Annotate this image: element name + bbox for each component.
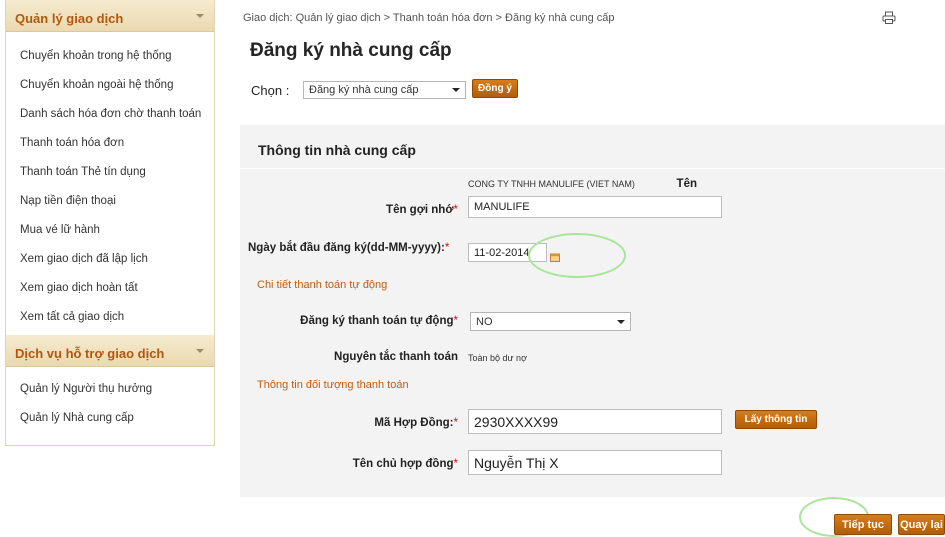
breadcrumb: Giao dịch: Quản lý giao dịch > Thanh toá… <box>243 12 615 24</box>
auto-payment-section-title: Chi tiết thanh toán tự động <box>257 279 388 291</box>
contract-holder-field[interactable]: Nguyễn Thị X <box>468 450 722 475</box>
confirm-button[interactable]: Đồng ý <box>472 79 518 98</box>
sidebar-item-pending-bills[interactable]: Danh sách hóa đơn chờ thanh toán <box>6 99 214 128</box>
divider <box>240 168 945 169</box>
sidebar-item-beneficiaries[interactable]: Quản lý Người thụ hưởng <box>6 374 214 403</box>
continue-button[interactable]: Tiếp tục <box>834 514 892 535</box>
page-title: Đăng ký nhà cung cấp <box>250 40 452 61</box>
sidebar-group-header-support[interactable]: Dịch vụ hỗ trợ giao dịch <box>6 335 214 367</box>
sidebar-item-providers[interactable]: Quản lý Nhà cung cấp <box>6 403 214 432</box>
chevron-down-icon <box>452 88 460 92</box>
sidebar-item-internal-transfer[interactable]: Chuyển khoản trong hệ thống <box>6 41 214 70</box>
action-select[interactable]: Đăng ký nhà cung cấp <box>303 81 466 99</box>
back-button[interactable]: Quay lại <box>898 514 945 535</box>
contract-number-field[interactable]: 2930XXXX99 <box>468 409 722 434</box>
highlight-circle <box>528 233 626 278</box>
auto-pay-select[interactable]: NO <box>470 312 631 331</box>
printer-icon[interactable] <box>882 11 896 25</box>
nickname-label: Tên gợi nhớ* <box>386 204 458 216</box>
sidebar-group-title: Dịch vụ hỗ trợ giao dịch <box>15 346 165 361</box>
select-value: Đăng ký nhà cung cấp <box>309 84 419 96</box>
sidebar-group-header-transactions[interactable]: Quản lý giao dịch <box>6 0 214 32</box>
sidebar-item-all-transactions[interactable]: Xem tất cả giao dịch <box>6 302 214 331</box>
provider-info-panel: Thông tin nhà cung cấp Tên CONG TY TNHH … <box>240 125 945 497</box>
payment-target-section-title: Thông tin đối tượng thanh toán <box>257 379 409 391</box>
nickname-field[interactable]: MANULIFE <box>468 196 722 218</box>
sidebar-group-title: Quản lý giao dịch <box>15 11 124 26</box>
start-date-label: Ngày bắt đầu đăng ký(dd-MM-yyyy):* <box>248 242 450 254</box>
payment-principle-value: Toàn bộ dư nợ <box>468 353 527 363</box>
select-label: Chọn : <box>251 83 290 98</box>
contract-holder-label: Tên chủ hợp đồng* <box>352 458 458 470</box>
auto-pay-label: Đăng ký thanh toán tự động* <box>300 315 458 327</box>
sidebar-item-travel-tickets[interactable]: Mua vé lữ hành <box>6 215 214 244</box>
contract-label: Mã Hợp Đồng:* <box>374 417 458 429</box>
payment-principle-label: Nguyên tắc thanh toán <box>334 351 458 363</box>
provider-name-value: CONG TY TNHH MANULIFE (VIET NAM) <box>468 179 635 189</box>
name-label: Tên <box>676 178 697 190</box>
sidebar-item-completed[interactable]: Xem giao dịch hoàn tất <box>6 273 214 302</box>
sidebar: Quản lý giao dịch Chuyển khoản trong hệ … <box>5 0 215 446</box>
sidebar-item-bill-payment[interactable]: Thanh toán hóa đơn <box>6 128 214 157</box>
sidebar-item-credit-card[interactable]: Thanh toán Thẻ tín dụng <box>6 157 214 186</box>
panel-title: Thông tin nhà cung cấp <box>258 142 416 158</box>
sidebar-item-external-transfer[interactable]: Chuyển khoản ngoài hệ thống <box>6 70 214 99</box>
sidebar-item-scheduled[interactable]: Xem giao dịch đã lập lịch <box>6 244 214 273</box>
select-value: NO <box>476 315 493 328</box>
chevron-down-icon[interactable] <box>196 348 204 353</box>
chevron-down-icon <box>617 319 625 324</box>
chevron-down-icon[interactable] <box>196 13 204 18</box>
sidebar-item-phone-topup[interactable]: Nạp tiền điện thoại <box>6 186 214 215</box>
fetch-info-button[interactable]: Lấy thông tin <box>735 410 817 429</box>
